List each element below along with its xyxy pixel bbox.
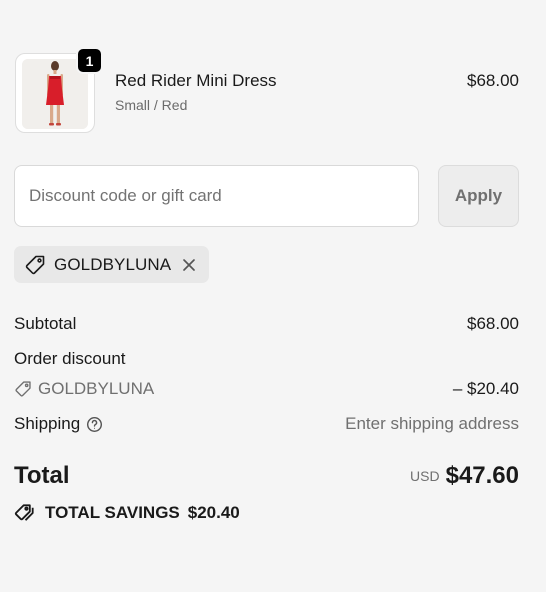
tag-icon <box>24 254 46 276</box>
tag-icon <box>14 380 32 398</box>
product-variant: Small / Red <box>115 97 188 113</box>
order-discount-label: Order discount <box>14 349 126 368</box>
discount-code-input[interactable] <box>14 165 419 227</box>
shipping-row: Shipping <box>14 414 103 434</box>
discount-code-row: GOLDBYLUNA <box>14 379 154 399</box>
quantity-badge: 1 <box>76 47 103 74</box>
discount-code-text: GOLDBYLUNA <box>38 379 155 398</box>
discount-value: – $20.40 <box>452 379 519 398</box>
subtotal-value: $68.00 <box>467 314 519 333</box>
total-currency: USD <box>410 468 440 484</box>
savings-amount: $20.40 <box>187 503 240 522</box>
savings-tags-icon <box>14 503 37 523</box>
remove-discount-close-icon[interactable] <box>181 257 197 273</box>
help-circle-icon[interactable] <box>86 416 103 433</box>
shipping-value: Enter shipping address <box>345 414 519 433</box>
total-label: Total <box>14 462 70 489</box>
total-savings: TOTAL SAVINGS $20.40 <box>14 503 240 523</box>
apply-discount-button[interactable]: Apply <box>438 165 519 227</box>
shipping-label: Shipping <box>14 414 81 433</box>
total-price: USD $47.60 <box>410 462 519 490</box>
product-name: Red Rider Mini Dress <box>115 71 277 90</box>
savings-label: TOTAL SAVINGS <box>45 503 180 522</box>
applied-discount-code: GOLDBYLUNA <box>54 254 172 274</box>
total-amount: $47.60 <box>445 462 519 489</box>
subtotal-label: Subtotal <box>14 314 77 333</box>
product-price: $68.00 <box>467 71 519 90</box>
applied-discount-chip: GOLDBYLUNA <box>14 246 210 283</box>
